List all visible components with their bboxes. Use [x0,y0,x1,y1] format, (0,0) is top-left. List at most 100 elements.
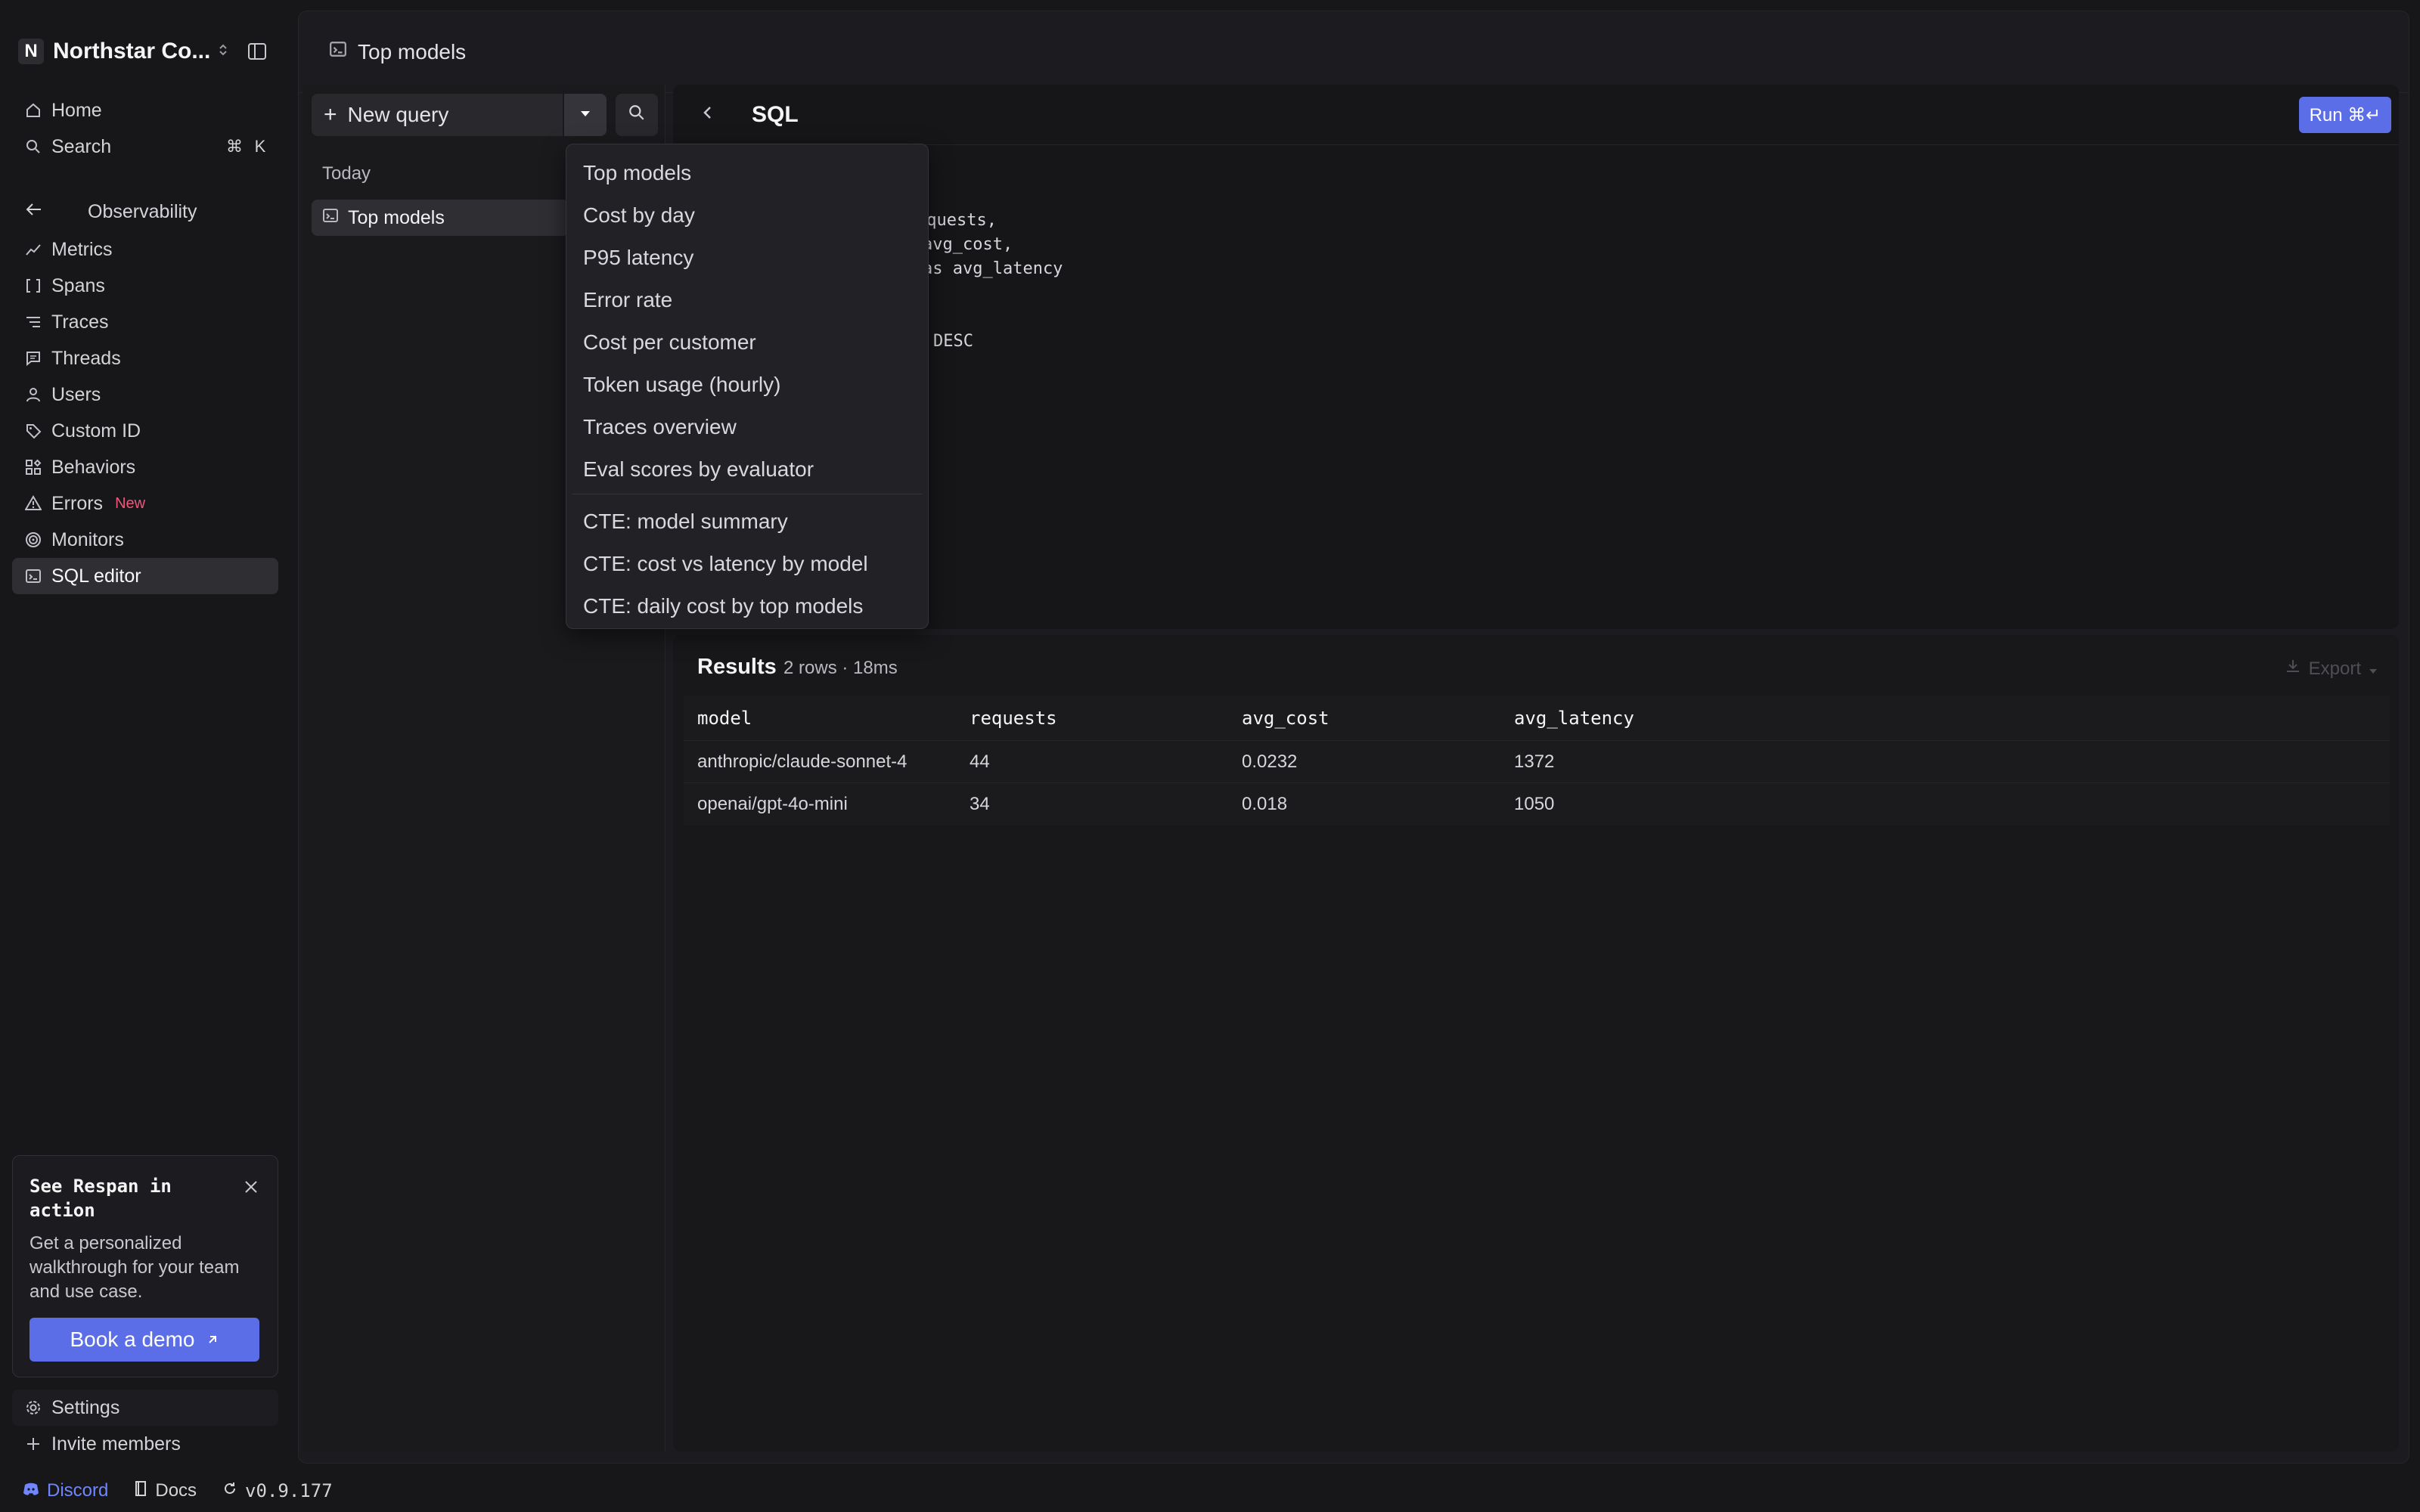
footer: Discord Docs v0.9.177 [0,1470,2420,1512]
org-name: Northstar Co... [53,39,211,64]
column-header[interactable]: avg_latency [1500,708,1773,729]
nav-label: Behaviors [51,456,136,478]
nav-settings[interactable]: Settings [12,1390,278,1426]
sidebar-toggle-icon[interactable] [244,38,271,65]
menu-item[interactable]: Cost by day [566,194,928,237]
query-icon [24,567,42,585]
demo-body: Get a personalized walkthrough for your … [29,1233,240,1302]
nav-users[interactable]: Users [12,376,278,413]
group-label: Today [322,163,371,184]
nav-custom-id[interactable]: Custom ID [12,413,278,449]
nav-monitors[interactable]: Monitors [12,522,278,558]
run-button[interactable]: Run ⌘↵ [2299,97,2391,133]
nav-label: Users [51,383,101,405]
nav-label: Invite members [51,1433,181,1455]
export-label: Export [2308,658,2361,679]
version-indicator[interactable]: v0.9.177 [222,1480,333,1501]
org-switcher[interactable]: N Northstar Co... [18,36,228,67]
table-cell: anthropic/claude-sonnet-4 [697,751,908,772]
table-cell: 0.0232 [1242,751,1298,772]
new-query-label: New query [347,103,449,126]
table-cell: 34 [970,794,990,814]
book-icon [134,1480,147,1502]
discord-link[interactable]: Discord [23,1480,108,1501]
nav-metrics[interactable]: Metrics [12,231,278,268]
chevron-updown-icon [218,42,228,61]
nav-spans[interactable]: Spans [12,268,278,304]
book-demo-label: Book a demo [70,1328,195,1351]
menu-item[interactable]: Token usage (hourly) [566,364,928,406]
nav-errors[interactable]: Errors New [12,485,278,522]
observability-nav: Metrics Spans Traces Threads Users Custo… [12,231,278,594]
template-dropdown-toggle[interactable] [564,94,607,136]
chevron-left-icon[interactable] [700,103,715,127]
query-icon [329,40,347,64]
top-nav: Home Search ⌘ K [12,92,278,165]
menu-item-cte[interactable]: CTE: cost vs latency by model [566,543,928,585]
nav-search[interactable]: Search ⌘ K [12,129,278,165]
column-header[interactable]: requests [956,708,1228,729]
version-label: v0.9.177 [245,1480,333,1501]
query-search-button[interactable] [616,94,658,136]
query-icon [322,207,339,229]
book-demo-button[interactable]: Book a demo [29,1318,259,1362]
sql-editor: SQL Run ⌘↵ equests, avg_cost, as avg_lat… [673,85,2399,629]
nav-label: Settings [51,1396,120,1418]
nav-behaviors[interactable]: Behaviors [12,449,278,485]
nav-sql-editor[interactable]: SQL editor [12,558,278,594]
menu-item-cte[interactable]: CTE: daily cost by top models [566,585,928,627]
column-header[interactable]: avg_cost [1228,708,1500,729]
code-area[interactable]: equests, avg_cost, as avg_latency DESC [673,145,2399,629]
nav-home[interactable]: Home [12,92,278,129]
nav-label: Traces [51,311,109,333]
menu-item-cte[interactable]: CTE: model summary [566,500,928,543]
code-line: avg_cost, [923,235,1013,254]
shapes-icon [24,458,42,476]
export-button[interactable]: Export [2285,658,2378,680]
nav-traces[interactable]: Traces [12,304,278,340]
table-cell: 1050 [1514,794,1555,814]
observability-back[interactable]: Observability [24,194,278,230]
menu-item[interactable]: Traces overview [566,406,928,448]
new-badge: New [115,494,146,512]
close-icon[interactable] [243,1177,259,1201]
discord-label: Discord [47,1480,109,1501]
template-menu: Top models Cost by day P95 latency Error… [566,144,929,629]
menu-item[interactable]: P95 latency [566,237,928,279]
page-title: Top models [358,39,467,64]
nav-search-label: Search [51,135,112,157]
plus-icon [24,1435,42,1453]
section-title: Observability [88,200,197,222]
demo-card: See Respan in action Get a personalized … [12,1155,278,1377]
results-panel: Results 2 rows · 18ms Export model reque… [673,635,2399,1452]
arrow-left-icon [24,200,44,225]
nav-threads[interactable]: Threads [12,340,278,376]
table-row[interactable]: openai/gpt-4o-mini 34 0.018 1050 [684,783,2390,826]
saved-query-item[interactable]: Top models [312,200,569,236]
discord-icon [23,1480,39,1501]
nav-label: Spans [51,274,105,296]
code-line: as avg_latency [923,259,1063,278]
editor-title: SQL [752,101,799,127]
caret-down-icon [2369,658,2378,680]
table-header-row: model requests avg_cost avg_latency [684,696,2390,741]
nav-home-label: Home [51,99,102,121]
editor-header: SQL Run ⌘↵ [673,85,2399,145]
nav-invite[interactable]: Invite members [12,1426,278,1462]
menu-item[interactable]: Error rate [566,279,928,321]
search-icon [24,138,42,156]
plus-icon: + [324,102,337,127]
nav-label: Errors [51,492,104,514]
menu-item[interactable]: Top models [566,152,928,194]
table-row[interactable]: anthropic/claude-sonnet-4 44 0.0232 1372 [684,741,2390,783]
sidebar: N Northstar Co... Home Search ⌘ K Observ… [0,0,290,1512]
nav-label: Monitors [51,528,124,550]
column-header[interactable]: model [684,708,956,729]
menu-item[interactable]: Eval scores by evaluator [566,448,928,491]
menu-item[interactable]: Cost per customer [566,321,928,364]
docs-link[interactable]: Docs [134,1480,197,1502]
chart-line-icon [24,240,42,259]
user-icon [24,386,42,404]
new-query-button[interactable]: + New query [312,94,563,136]
org-avatar: N [18,39,44,64]
